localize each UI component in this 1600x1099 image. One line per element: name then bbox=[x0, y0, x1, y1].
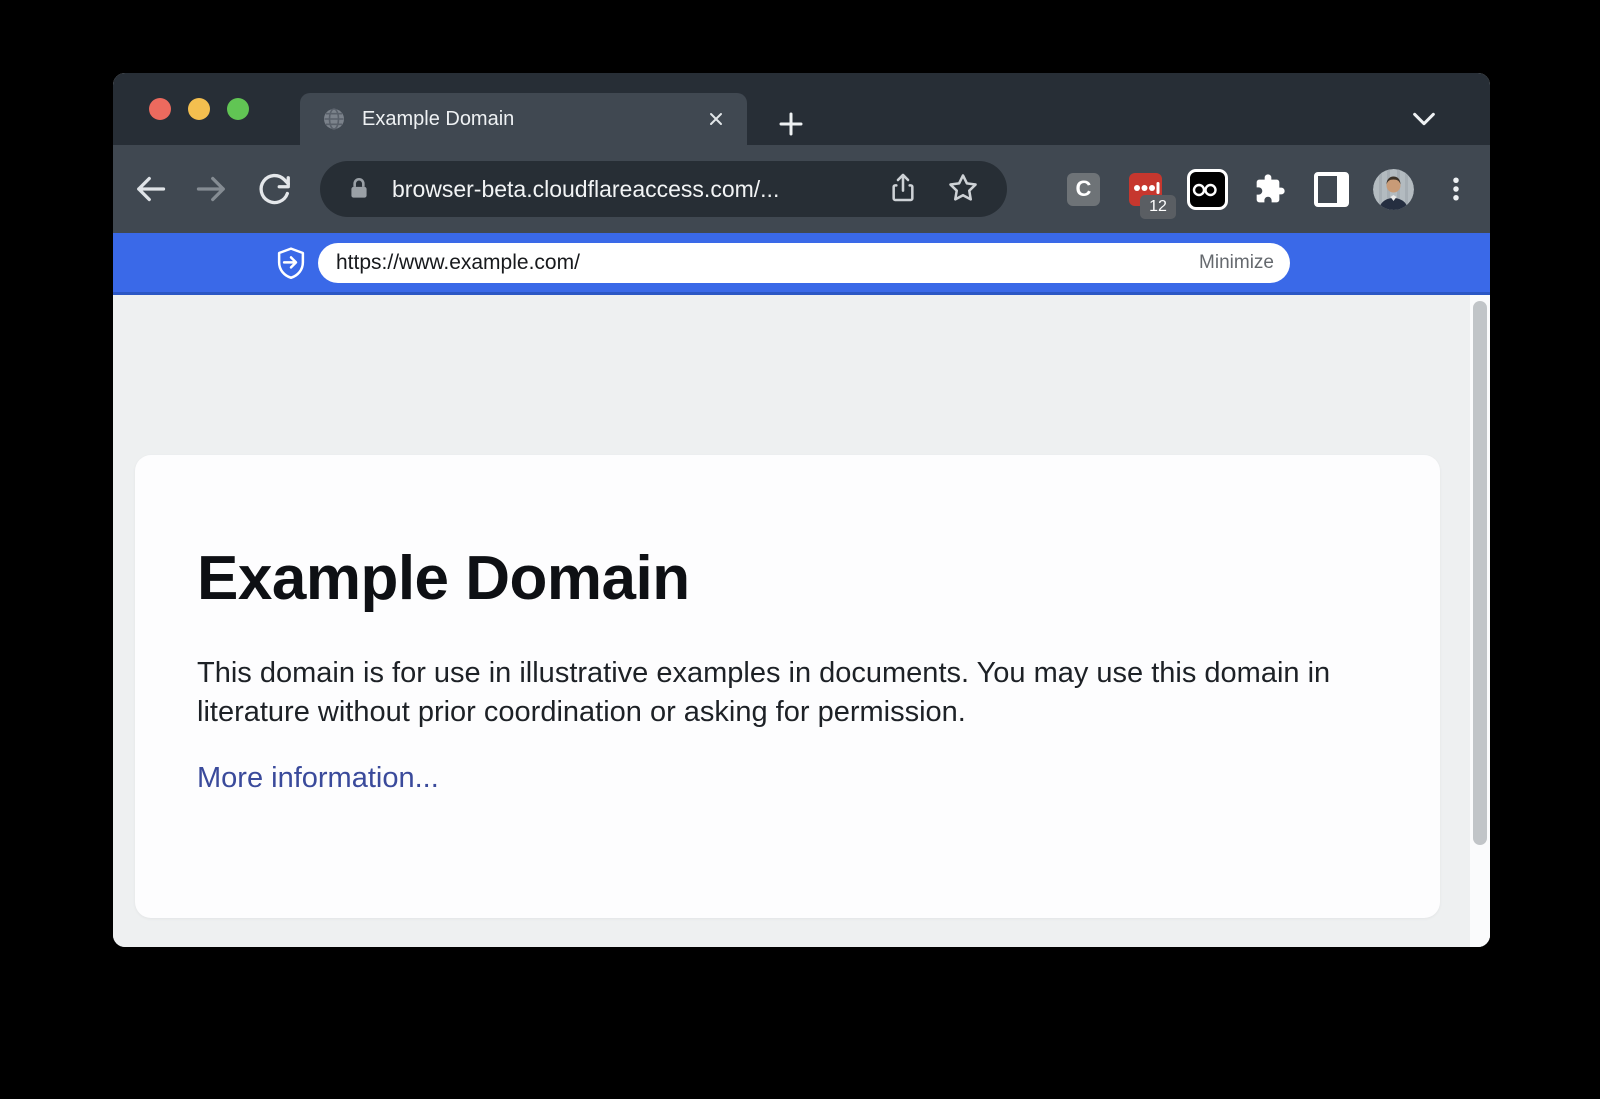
extensions-row: C 12 bbox=[1063, 145, 1476, 233]
extension-badge: 12 bbox=[1140, 195, 1176, 219]
goggles-extension-icon[interactable] bbox=[1187, 169, 1228, 210]
scrollbar-thumb[interactable] bbox=[1473, 301, 1487, 845]
chevron-down-icon[interactable] bbox=[1410, 109, 1438, 131]
content-card: Example Domain This domain is for use in… bbox=[135, 455, 1440, 918]
address-bar[interactable]: browser-beta.cloudflareaccess.com/... bbox=[320, 161, 1007, 217]
lock-icon[interactable] bbox=[346, 176, 372, 202]
minimize-window-button[interactable] bbox=[188, 98, 210, 120]
browser-tab[interactable]: Example Domain bbox=[300, 93, 747, 145]
browser-toolbar: browser-beta.cloudflareaccess.com/... C bbox=[113, 145, 1490, 233]
page-body-text: This domain is for use in illustrative e… bbox=[197, 654, 1347, 732]
forward-button[interactable] bbox=[190, 167, 234, 211]
tab-close-icon[interactable] bbox=[705, 108, 727, 130]
password-manager-extension-icon[interactable]: 12 bbox=[1125, 169, 1166, 210]
extension-c-icon[interactable]: C bbox=[1063, 169, 1104, 210]
profile-avatar[interactable] bbox=[1373, 169, 1414, 210]
address-url-text[interactable]: browser-beta.cloudflareaccess.com/... bbox=[392, 176, 887, 203]
title-bar: Example Domain bbox=[113, 73, 1490, 145]
isolated-url-text[interactable]: https://www.example.com/ bbox=[336, 251, 1199, 275]
minimize-button[interactable]: Minimize bbox=[1199, 252, 1274, 274]
extensions-puzzle-icon[interactable] bbox=[1249, 169, 1290, 210]
globe-favicon-icon bbox=[322, 107, 346, 131]
shield-arrow-icon bbox=[276, 246, 306, 280]
browser-window: Example Domain bbox=[113, 73, 1490, 947]
new-tab-button[interactable] bbox=[773, 106, 809, 142]
zoom-window-button[interactable] bbox=[227, 98, 249, 120]
side-panel-icon[interactable] bbox=[1311, 169, 1352, 210]
scrollbar-track[interactable] bbox=[1470, 295, 1490, 947]
close-window-button[interactable] bbox=[149, 98, 171, 120]
page-viewport: Example Domain This domain is for use in… bbox=[113, 295, 1490, 947]
tab-title: Example Domain bbox=[362, 108, 705, 131]
share-icon[interactable] bbox=[887, 172, 921, 206]
bookmark-star-icon[interactable] bbox=[947, 172, 981, 206]
traffic-lights bbox=[149, 98, 249, 120]
back-button[interactable] bbox=[128, 167, 172, 211]
isolation-bar: https://www.example.com/ Minimize bbox=[113, 233, 1490, 295]
isolated-url-bar[interactable]: https://www.example.com/ Minimize bbox=[318, 243, 1290, 283]
reload-button[interactable] bbox=[252, 167, 296, 211]
more-information-link[interactable]: More information... bbox=[197, 762, 439, 795]
menu-kebab-icon[interactable] bbox=[1435, 169, 1476, 210]
page-title: Example Domain bbox=[197, 543, 1380, 614]
